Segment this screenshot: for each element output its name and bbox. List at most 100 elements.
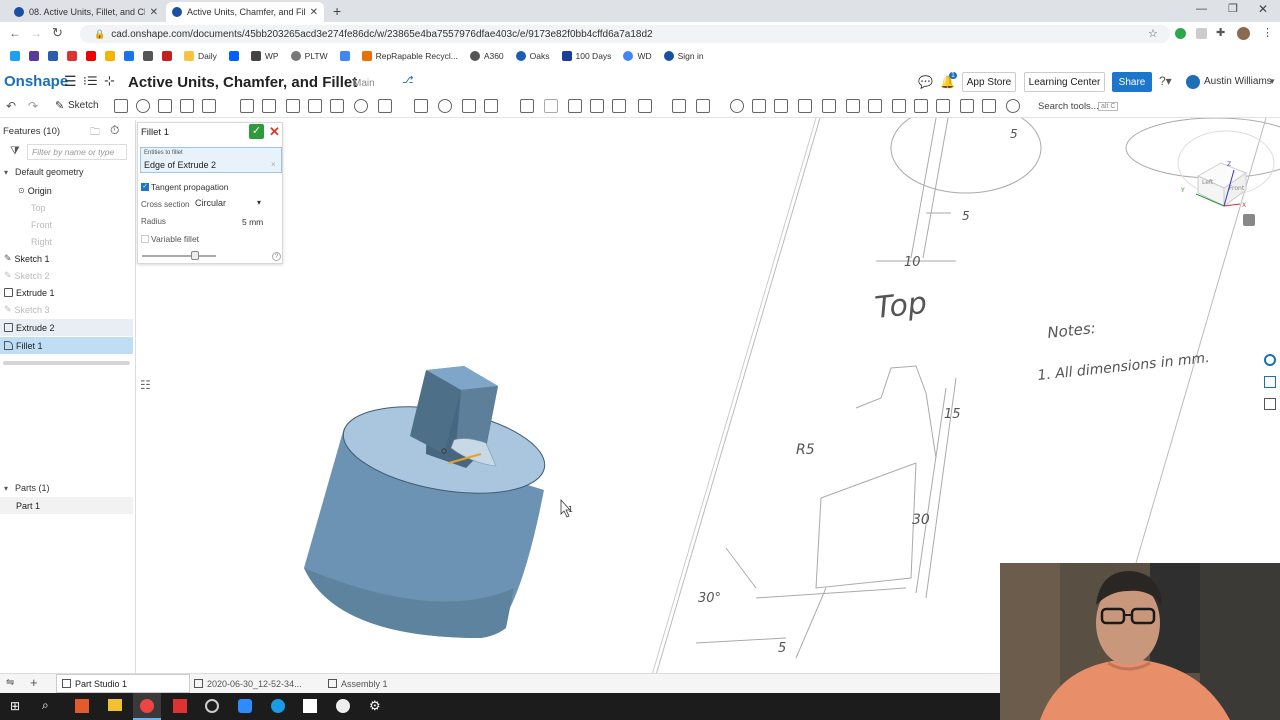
tab-part-studio-1[interactable]: Part Studio 1 (56, 674, 190, 693)
add-tab-icon[interactable]: + (30, 675, 38, 690)
list-toggle-icon[interactable]: ☷ (140, 378, 151, 392)
app-icon[interactable] (271, 699, 285, 713)
display-mode-icon[interactable] (1243, 214, 1255, 226)
bookmark-icon[interactable] (29, 51, 39, 61)
corner-tool-icon[interactable] (914, 99, 928, 113)
search-icon[interactable]: ⌕ (42, 698, 49, 713)
file-explorer-icon[interactable] (108, 699, 122, 711)
mirror-tool-icon[interactable] (414, 99, 428, 113)
close-tab-icon[interactable]: ✕ (150, 7, 158, 18)
browser-tab-inactive[interactable]: 08. Active Units, Fillet, and Cham ✕ (8, 2, 164, 22)
puzzle-extensions-icon[interactable]: ✚ (1216, 26, 1225, 39)
collapse-chevron-icon[interactable]: ▾ (4, 168, 8, 177)
tab-manager-icon[interactable]: ⇋ (6, 677, 14, 688)
tab-image[interactable]: 2020-06-30_12-52-34... (190, 674, 322, 693)
bookmark-daily[interactable]: Daily (184, 51, 217, 61)
parts-header[interactable]: Parts (1) (15, 483, 50, 493)
fillet-tool-icon[interactable] (240, 99, 254, 113)
dropdown-chevron-icon[interactable]: ▾ (257, 198, 261, 207)
mate-connector-tool-icon[interactable] (672, 99, 686, 113)
bookmark-a360[interactable]: A360 (469, 51, 504, 61)
app-icon[interactable] (205, 699, 219, 713)
plane-tool-icon[interactable] (638, 99, 652, 113)
profile-avatar[interactable] (1237, 27, 1250, 40)
tab-tool-icon[interactable] (846, 99, 860, 113)
hole-tool-icon[interactable] (354, 99, 368, 113)
close-tab-icon[interactable]: ✕ (310, 7, 318, 18)
learning-center-button[interactable]: Learning Center (1024, 72, 1105, 92)
bookmark-100-days[interactable]: 100 Days (561, 51, 611, 61)
close-window-icon[interactable]: ✕ (1258, 2, 1268, 16)
undo-icon[interactable]: ↶ (6, 99, 16, 113)
sheet-metal-tool-icon[interactable] (798, 99, 812, 113)
remove-entity-icon[interactable]: × (271, 160, 276, 169)
part-list-item[interactable]: Part 1 (0, 497, 133, 514)
sweep-tool-icon[interactable] (158, 99, 172, 113)
branch-label[interactable]: Main (353, 78, 375, 89)
move-face-tool-icon[interactable] (568, 99, 582, 113)
variable-fillet-checkbox[interactable] (141, 235, 149, 243)
bookmark-dropbox[interactable] (228, 51, 239, 61)
user-menu-chevron-icon[interactable]: ▾ (1270, 76, 1275, 87)
rib-tool-icon[interactable] (308, 99, 322, 113)
bookmark-star-icon[interactable]: ☆ (1148, 27, 1158, 40)
helix-tool-icon[interactable] (696, 99, 710, 113)
cross-section-select[interactable]: Circular (195, 198, 265, 208)
feature-extrude-1[interactable]: Extrude 1 (0, 284, 133, 301)
replace-face-tool-icon[interactable] (590, 99, 604, 113)
tangent-propagation-checkbox[interactable]: ✓ (141, 183, 149, 191)
file-app-icon[interactable] (75, 699, 89, 713)
help-icon[interactable]: ? (272, 252, 281, 261)
user-name[interactable]: Austin Williams (1204, 76, 1272, 87)
minimize-window-icon[interactable]: — (1196, 3, 1207, 15)
filter-input[interactable]: Filter by name or type (27, 144, 127, 160)
feature-sketch-1[interactable]: ✎ Sketch 1 (0, 250, 133, 267)
drive-icon[interactable] (105, 51, 115, 61)
shell-tool-icon[interactable] (330, 99, 344, 113)
rollback-bar[interactable] (3, 361, 130, 365)
feature-extrude-2[interactable]: Extrude 2 (0, 319, 133, 336)
bookmark-pltw[interactable]: PLTW (290, 51, 328, 61)
split-tool-icon[interactable] (462, 99, 476, 113)
search-tools-input[interactable]: Search tools... (1038, 101, 1099, 112)
collapse-chevron-icon[interactable]: ▾ (4, 484, 8, 493)
gmail-icon[interactable] (162, 51, 172, 61)
feature-plane-top[interactable]: Top (0, 199, 133, 216)
extension-icon[interactable] (1175, 28, 1186, 39)
flange-tool-icon[interactable] (822, 99, 836, 113)
boolean-tool-icon[interactable] (438, 99, 452, 113)
extrude-tool-icon[interactable] (114, 99, 128, 113)
revolve-tool-icon[interactable] (136, 99, 150, 113)
forward-icon[interactable]: → (30, 26, 42, 40)
hamburger-menu-icon[interactable]: ☰ (64, 73, 77, 90)
sketch-button[interactable]: Sketch (68, 100, 99, 111)
document-tree-icon[interactable]: ⁝☰ (83, 74, 98, 88)
document-title[interactable]: Active Units, Chamfer, and Fillet (128, 74, 357, 91)
offset-surface-tool-icon[interactable] (612, 99, 626, 113)
app-icon[interactable] (303, 699, 317, 713)
3d-fit-spline-tool-icon[interactable] (730, 99, 744, 113)
app-icon[interactable] (173, 699, 187, 713)
youtube-icon[interactable] (86, 51, 96, 61)
inkscape-icon[interactable] (336, 699, 350, 713)
feature-plane-right[interactable]: Right (0, 233, 133, 250)
appearance-panel-icon[interactable] (1264, 354, 1276, 366)
feature-sketch-3[interactable]: ✎ Sketch 3 (0, 301, 133, 318)
folder-icon[interactable]: 🗀 (90, 125, 100, 142)
zoom-icon[interactable] (238, 699, 252, 713)
thicken-tool-icon[interactable] (202, 99, 216, 113)
comments-icon[interactable]: 💬 (918, 75, 933, 89)
extension-icon[interactable] (1196, 28, 1207, 39)
twitter-icon[interactable] (10, 51, 20, 61)
help-icon[interactable]: ?▾ (1159, 74, 1172, 88)
plus-icon[interactable] (67, 51, 77, 61)
measure-tool-icon[interactable] (982, 99, 996, 113)
finish-tool-icon[interactable] (960, 99, 974, 113)
unfold-tool-icon[interactable] (936, 99, 950, 113)
modify-fillet-tool-icon[interactable] (544, 99, 558, 113)
new-tab-icon[interactable]: + (333, 3, 341, 19)
browser-menu-icon[interactable]: ⋮ (1262, 26, 1273, 39)
feature-plane-front[interactable]: Front (0, 216, 133, 233)
sketch-pencil-icon[interactable]: ✎ (55, 99, 64, 112)
bookmark-icon[interactable] (48, 51, 58, 61)
